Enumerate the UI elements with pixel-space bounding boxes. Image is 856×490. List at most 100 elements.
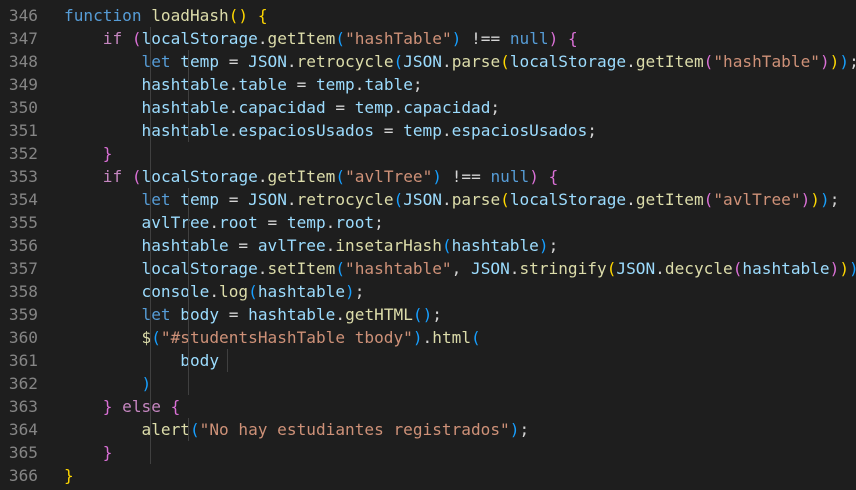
code-token: stringify (519, 259, 607, 278)
code-token: let (141, 52, 171, 71)
indent-guide (188, 188, 189, 211)
code-token: root (335, 213, 375, 232)
code-token: ( (151, 328, 161, 347)
code-token: getItem (267, 29, 336, 48)
code-token: getItem (635, 52, 704, 71)
code-token: { (170, 397, 181, 416)
code-token: . (209, 282, 220, 301)
code-line[interactable]: avlTree.root = temp.root; (64, 211, 856, 234)
line-number: 365 (8, 443, 38, 462)
indent-guide (150, 234, 151, 257)
code-token: ( (335, 167, 346, 186)
line-number: 360 (8, 328, 38, 347)
code-token: retrocycle (296, 52, 394, 71)
indent-guide (150, 303, 151, 326)
code-token: . (228, 75, 239, 94)
code-line[interactable]: $("#studentsHashTable tbody").html( (64, 326, 856, 349)
code-token: . (655, 259, 665, 278)
code-token: localStorage (141, 259, 258, 278)
code-token: "avlTree" (345, 167, 433, 186)
code-token: table (238, 75, 287, 94)
code-token: JSON (471, 259, 510, 278)
code-token: retrocycle (296, 190, 394, 209)
indent-guide (188, 280, 189, 303)
code-line[interactable]: hashtable = avlTree.insetarHash(hashtabl… (64, 234, 856, 257)
line-number: 347 (8, 29, 38, 48)
code-token: hashtable (141, 98, 229, 117)
code-token: hashtable (257, 282, 346, 301)
code-line[interactable]: alert("No hay estudiantes registrados"); (64, 418, 856, 441)
code-token: . (626, 190, 636, 209)
code-token: ) (849, 259, 856, 278)
code-line[interactable]: } (64, 464, 856, 487)
code-line[interactable]: hashtable.espaciosUsados = temp.espacios… (64, 119, 856, 142)
indent-guide (188, 418, 189, 441)
code-line[interactable]: ) (64, 372, 856, 395)
code-token: ( (393, 190, 404, 209)
line-number: 354 (8, 190, 38, 209)
code-editor[interactable]: 346 347 348 349 350 351 352 353 354 355 356 357 358 3… (0, 0, 856, 490)
line-number: 352 (8, 144, 38, 163)
code-token: hashtable (141, 121, 229, 140)
code-line[interactable]: if (localStorage.getItem("avlTree") !== … (64, 165, 856, 188)
code-token: { (548, 167, 559, 186)
code-line[interactable]: function loadHash() { (64, 4, 856, 27)
code-token: ( (335, 29, 346, 48)
code-line[interactable]: let temp = JSON.retrocycle(JSON.parse(lo… (64, 50, 856, 73)
code-token: ; (490, 98, 501, 117)
code-token: capacidad (238, 98, 326, 117)
code-token: "avlTree" (713, 190, 801, 209)
code-token: = (257, 213, 287, 232)
code-token: { (257, 6, 268, 25)
code-token: null (509, 29, 549, 48)
code-token: ( (393, 52, 404, 71)
code-line[interactable]: console.log(hashtable); (64, 280, 856, 303)
indent-guide (150, 96, 151, 119)
code-token: getHTML (345, 305, 413, 324)
code-token: } (102, 443, 113, 462)
code-token: capacidad (403, 98, 491, 117)
code-token: . (286, 190, 297, 209)
code-token: ( (471, 328, 481, 347)
code-line[interactable]: body (64, 349, 856, 372)
code-line[interactable]: localStorage.setItem("hashtable", JSON.s… (64, 257, 856, 280)
code-token: ( (500, 52, 510, 71)
code-line[interactable]: let body = hashtable.getHTML(); (64, 303, 856, 326)
code-line[interactable]: hashtable.capacidad = temp.capacidad; (64, 96, 856, 119)
code-line[interactable]: } else { (64, 395, 856, 418)
code-line[interactable]: } (64, 142, 856, 165)
code-token: "hashtable" (345, 259, 452, 278)
code-token: html (432, 328, 472, 347)
code-token: ) (839, 52, 850, 71)
code-token: . (325, 236, 336, 255)
code-line[interactable]: if (localStorage.getItem("hashTable") !=… (64, 27, 856, 50)
code-token: . (422, 328, 433, 347)
code-line[interactable]: let temp = JSON.retrocycle(JSON.parse(lo… (64, 188, 856, 211)
line-number: 358 (8, 282, 38, 301)
code-line[interactable]: hashtable.table = temp.table; (64, 73, 856, 96)
code-line[interactable]: } (64, 441, 856, 464)
code-token: function (64, 6, 142, 25)
indent-guide (188, 234, 189, 257)
code-token: . (335, 305, 346, 324)
code-token: hashtable (742, 259, 830, 278)
code-token: ) (548, 29, 559, 48)
code-area[interactable]: function loadHash() { if (localStorage.g… (64, 4, 856, 487)
code-token: ; (829, 190, 840, 209)
code-token: hashtable (141, 75, 229, 94)
code-token: ; (849, 52, 856, 71)
code-token: () (228, 6, 249, 25)
line-number: 353 (8, 167, 38, 186)
line-number: 350 (8, 98, 38, 117)
